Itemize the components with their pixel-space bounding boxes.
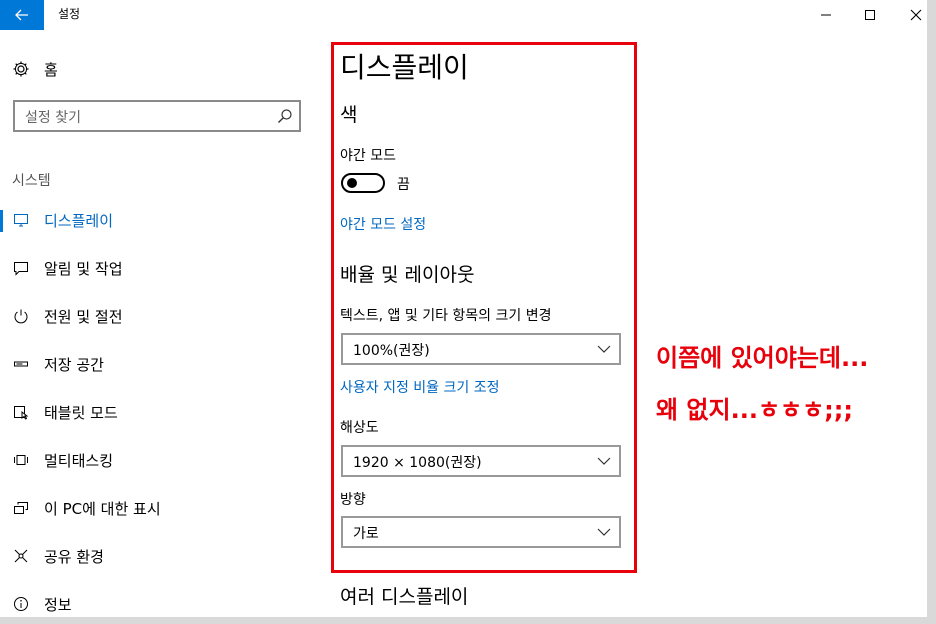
chevron-down-icon bbox=[597, 528, 611, 536]
orientation-label: 방향 bbox=[340, 492, 366, 508]
back-arrow-icon bbox=[15, 9, 28, 21]
home-nav[interactable]: 홈 bbox=[12, 58, 58, 80]
sidebar-item-shared-experiences[interactable]: 공유 환경 bbox=[0, 538, 318, 574]
night-mode-state: 끔 bbox=[397, 177, 410, 193]
maximize-button[interactable] bbox=[847, 0, 893, 30]
info-icon bbox=[12, 595, 30, 613]
section-label-system: 시스템 bbox=[12, 173, 51, 189]
search-placeholder: 설정 찾기 bbox=[25, 110, 81, 126]
chevron-down-icon bbox=[597, 457, 611, 465]
night-mode-settings-link[interactable]: 야간 모드 설정 bbox=[340, 214, 426, 234]
back-button[interactable] bbox=[0, 0, 44, 30]
sidebar: 홈 설정 찾기 시스템 디스플레이 알림 및 작업 전원 및 절전 저장 공간 … bbox=[0, 30, 318, 617]
night-mode-label: 야간 모드 bbox=[340, 148, 396, 164]
toggle-knob bbox=[347, 178, 357, 188]
resolution-label: 해상도 bbox=[340, 420, 379, 436]
monitor-icon bbox=[12, 211, 30, 229]
annotation-line-1: 이쯤에 있어야는데... bbox=[656, 344, 869, 372]
close-icon bbox=[910, 9, 922, 21]
sidebar-item-label: 태블릿 모드 bbox=[44, 404, 118, 422]
resolution-value: 1920 × 1080(권장) bbox=[353, 455, 482, 471]
sidebar-item-label: 디스플레이 bbox=[44, 212, 114, 230]
settings-window: 설정 홈 설정 찾기 시스템 디스플레이 알림 및 작업 전원 및 절전 저장 … bbox=[0, 0, 936, 624]
sidebar-item-project[interactable]: 이 PC에 대한 표시 bbox=[0, 490, 318, 526]
search-input[interactable]: 설정 찾기 bbox=[13, 100, 301, 132]
active-indicator bbox=[0, 210, 3, 232]
sidebar-item-label: 저장 공간 bbox=[44, 356, 104, 374]
window-border-right bbox=[927, 0, 936, 624]
custom-scale-link[interactable]: 사용자 지정 비율 크기 조정 bbox=[340, 377, 499, 397]
sidebar-item-label: 전원 및 절전 bbox=[44, 308, 123, 326]
sidebar-item-label: 정보 bbox=[44, 596, 72, 614]
resolution-dropdown[interactable]: 1920 × 1080(권장) bbox=[341, 445, 621, 477]
scale-label: 텍스트, 앱 및 기타 항목의 크기 변경 bbox=[340, 308, 552, 324]
sidebar-item-display[interactable]: 디스플레이 bbox=[0, 202, 318, 238]
sidebar-item-label: 공유 환경 bbox=[44, 548, 104, 566]
multi-display-heading: 여러 디스플레이 bbox=[340, 586, 469, 608]
sidebar-item-label: 멀티태스킹 bbox=[44, 452, 114, 470]
orientation-dropdown[interactable]: 가로 bbox=[341, 516, 621, 548]
minimize-button[interactable] bbox=[803, 0, 849, 30]
sidebar-item-label: 알림 및 작업 bbox=[44, 260, 123, 278]
project-icon bbox=[12, 499, 30, 517]
scale-heading: 배율 및 레이아웃 bbox=[340, 264, 475, 286]
chevron-down-icon bbox=[597, 345, 611, 353]
scale-dropdown[interactable]: 100%(권장) bbox=[341, 333, 621, 365]
night-mode-toggle[interactable] bbox=[341, 173, 385, 193]
multitask-icon bbox=[12, 451, 30, 469]
sidebar-item-storage[interactable]: 저장 공간 bbox=[0, 346, 318, 382]
tablet-icon bbox=[12, 403, 30, 421]
minimize-icon bbox=[821, 14, 831, 16]
maximize-icon bbox=[865, 10, 875, 20]
sidebar-item-power[interactable]: 전원 및 절전 bbox=[0, 298, 318, 334]
title-bar: 설정 bbox=[0, 0, 927, 30]
sidebar-item-label: 이 PC에 대한 표시 bbox=[44, 500, 161, 518]
home-label: 홈 bbox=[44, 60, 58, 79]
window-border-bottom bbox=[0, 617, 936, 624]
sidebar-item-multitasking[interactable]: 멀티태스킹 bbox=[0, 442, 318, 478]
search-icon[interactable] bbox=[277, 108, 293, 124]
window-title: 설정 bbox=[58, 7, 81, 21]
gear-icon bbox=[13, 61, 29, 77]
color-heading: 색 bbox=[340, 104, 358, 126]
orientation-value: 가로 bbox=[353, 526, 379, 542]
share-icon bbox=[12, 547, 30, 565]
storage-icon bbox=[12, 355, 30, 373]
sidebar-item-tablet-mode[interactable]: 태블릿 모드 bbox=[0, 394, 318, 430]
power-icon bbox=[12, 307, 30, 325]
annotation-line-2: 왜 없지...ㅎㅎㅎ;;; bbox=[656, 396, 853, 424]
sidebar-item-notifications[interactable]: 알림 및 작업 bbox=[0, 250, 318, 286]
main-content: 디스플레이 색 야간 모드 끔 야간 모드 설정 배율 및 레이아웃 텍스트, … bbox=[318, 30, 927, 617]
message-icon bbox=[12, 259, 30, 277]
page-title: 디스플레이 bbox=[340, 51, 469, 84]
scale-value: 100%(권장) bbox=[353, 343, 430, 359]
